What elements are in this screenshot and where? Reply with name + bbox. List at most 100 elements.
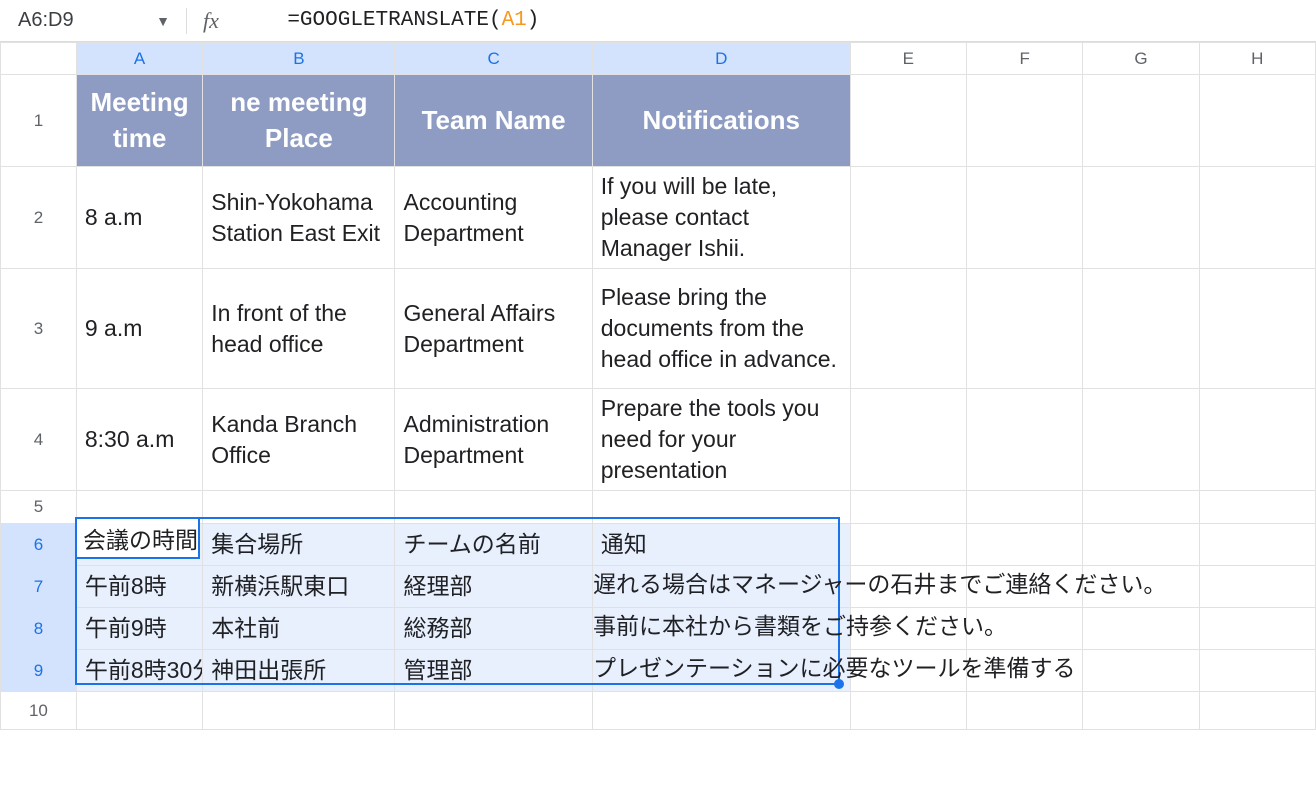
cell-F8[interactable] (966, 608, 1082, 650)
cell-C4[interactable]: Administration Department (395, 389, 592, 491)
row-header-4[interactable]: 4 (1, 389, 77, 491)
cell-F10[interactable] (966, 692, 1082, 730)
col-header-C[interactable]: C (395, 43, 592, 75)
fx-icon[interactable]: fx (203, 8, 219, 34)
cell-F2[interactable] (966, 167, 1082, 269)
cell-B3[interactable]: In front of the head office (203, 269, 395, 389)
cell-H6[interactable] (1199, 524, 1315, 566)
cell-G8[interactable] (1083, 608, 1199, 650)
cell-B5[interactable] (203, 491, 395, 524)
cell-G1[interactable] (1083, 75, 1199, 167)
col-header-A[interactable]: A (76, 43, 202, 75)
cell-D3[interactable]: Please bring the documents from the head… (592, 269, 850, 389)
cell-H8[interactable] (1199, 608, 1315, 650)
cell-G9[interactable] (1083, 650, 1199, 692)
cell-A2[interactable]: 8 a.m (76, 167, 202, 269)
cell-F6[interactable] (966, 524, 1082, 566)
cell-C3[interactable]: General Affairs Department (395, 269, 592, 389)
cell-E2[interactable] (850, 167, 966, 269)
col-header-B[interactable]: B (203, 43, 395, 75)
chevron-down-icon[interactable]: ▼ (156, 13, 170, 29)
cell-F3[interactable] (966, 269, 1082, 389)
cell-A6[interactable]: 会議の時間 (76, 524, 202, 566)
cell-E5[interactable] (850, 491, 966, 524)
cell-D6[interactable]: 通知 (592, 524, 850, 566)
cell-C7[interactable]: 経理部 (395, 566, 592, 608)
cell-C10[interactable] (395, 692, 592, 730)
cell-A3[interactable]: 9 a.m (76, 269, 202, 389)
cell-D8[interactable] (592, 608, 850, 650)
col-header-H[interactable]: H (1199, 43, 1315, 75)
cell-B4[interactable]: Kanda Branch Office (203, 389, 395, 491)
cell-E4[interactable] (850, 389, 966, 491)
cell-H1[interactable] (1199, 75, 1315, 167)
cell-D9[interactable] (592, 650, 850, 692)
col-header-F[interactable]: F (966, 43, 1082, 75)
cell-D7[interactable] (592, 566, 850, 608)
cell-A4[interactable]: 8:30 a.m (76, 389, 202, 491)
cell-B6[interactable]: 集合場所 (203, 524, 395, 566)
cell-F1[interactable] (966, 75, 1082, 167)
cell-G7[interactable] (1083, 566, 1199, 608)
cell-E3[interactable] (850, 269, 966, 389)
cell-F5[interactable] (966, 491, 1082, 524)
cell-D10[interactable] (592, 692, 850, 730)
cell-D4[interactable]: Prepare the tools you need for your pres… (592, 389, 850, 491)
row-header-7[interactable]: 7 (1, 566, 77, 608)
row-header-2[interactable]: 2 (1, 167, 77, 269)
row-header-3[interactable]: 3 (1, 269, 77, 389)
select-all-corner[interactable] (1, 43, 77, 75)
cell-E1[interactable] (850, 75, 966, 167)
row-header-6[interactable]: 6 (1, 524, 77, 566)
cell-D1[interactable]: Notifications (592, 75, 850, 167)
row-header-10[interactable]: 10 (1, 692, 77, 730)
cell-B10[interactable] (203, 692, 395, 730)
cell-H4[interactable] (1199, 389, 1315, 491)
col-header-E[interactable]: E (850, 43, 966, 75)
cell-B1[interactable]: ne meeting Place (203, 75, 395, 167)
name-box[interactable]: A6:D9 ▼ (10, 0, 170, 41)
row-header-9[interactable]: 9 (1, 650, 77, 692)
cell-A10[interactable] (76, 692, 202, 730)
cell-A7[interactable]: 午前8時 (76, 566, 202, 608)
cell-C2[interactable]: Accounting Department (395, 167, 592, 269)
cell-B8[interactable]: 本社前 (203, 608, 395, 650)
row-header-8[interactable]: 8 (1, 608, 77, 650)
cell-C6[interactable]: チームの名前 (395, 524, 592, 566)
col-header-G[interactable]: G (1083, 43, 1199, 75)
cell-G5[interactable] (1083, 491, 1199, 524)
cell-F9[interactable] (966, 650, 1082, 692)
cell-F4[interactable] (966, 389, 1082, 491)
cell-C1[interactable]: Team Name (395, 75, 592, 167)
cell-A8[interactable]: 午前9時 (76, 608, 202, 650)
cell-G3[interactable] (1083, 269, 1199, 389)
cell-H7[interactable] (1199, 566, 1315, 608)
cell-C8[interactable]: 総務部 (395, 608, 592, 650)
cell-A1[interactable]: Meeting time (76, 75, 202, 167)
cell-E8[interactable] (850, 608, 966, 650)
cell-C9[interactable]: 管理部 (395, 650, 592, 692)
cell-E9[interactable] (850, 650, 966, 692)
cell-H5[interactable] (1199, 491, 1315, 524)
row-header-1[interactable]: 1 (1, 75, 77, 167)
cell-A5[interactable] (76, 491, 202, 524)
cell-G2[interactable] (1083, 167, 1199, 269)
cell-A9[interactable]: 午前8時30分 (76, 650, 202, 692)
cell-E6[interactable] (850, 524, 966, 566)
cell-H2[interactable] (1199, 167, 1315, 269)
cell-H9[interactable] (1199, 650, 1315, 692)
cell-G10[interactable] (1083, 692, 1199, 730)
cell-B2[interactable]: Shin-Yokohama Station East Exit (203, 167, 395, 269)
cell-B9[interactable]: 神田出張所 (203, 650, 395, 692)
cell-H3[interactable] (1199, 269, 1315, 389)
cell-G6[interactable] (1083, 524, 1199, 566)
cell-D2[interactable]: If you will be late, please contact Mana… (592, 167, 850, 269)
spreadsheet-grid[interactable]: ABCDEFGH 1Meeting timene meeting PlaceTea… (0, 42, 1316, 730)
cell-E7[interactable] (850, 566, 966, 608)
col-header-D[interactable]: D (592, 43, 850, 75)
cell-E10[interactable] (850, 692, 966, 730)
cell-B7[interactable]: 新横浜駅東口 (203, 566, 395, 608)
cell-F7[interactable] (966, 566, 1082, 608)
cell-G4[interactable] (1083, 389, 1199, 491)
cell-D5[interactable] (592, 491, 850, 524)
